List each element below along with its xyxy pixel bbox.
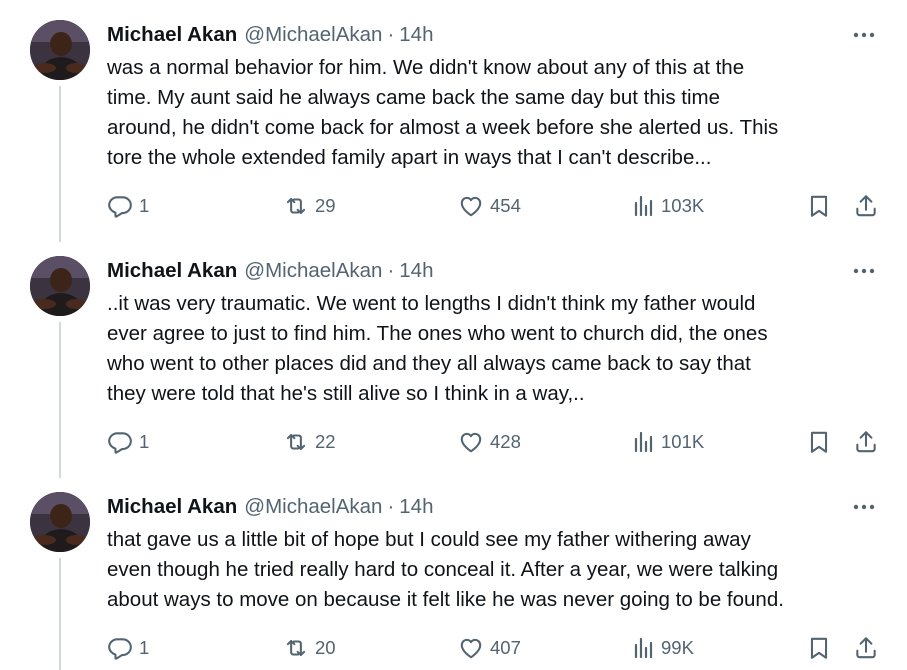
- views-count: 101K: [661, 431, 705, 452]
- tweet[interactable]: Michael Akan @MichaelAkan · 14h was a no…: [0, 0, 907, 242]
- views-button[interactable]: 101K: [633, 426, 704, 458]
- reply-button[interactable]: 1: [107, 632, 149, 664]
- views-count: 103K: [661, 195, 705, 216]
- separator-dot: ·: [387, 259, 395, 282]
- share-icon: [853, 635, 879, 661]
- bookmark-icon: [806, 429, 832, 455]
- share-button[interactable]: [853, 632, 879, 664]
- author-handle[interactable]: @MichaelAkan: [244, 23, 382, 47]
- author-name[interactable]: Michael Akan: [107, 495, 237, 519]
- reply-count: 1: [139, 637, 150, 658]
- tweet-text-line: ..it was very traumatic. We went to leng…: [107, 292, 756, 315]
- more-horizontal-icon: [853, 504, 875, 510]
- tweet-text: ..it was very traumatic. We went to leng…: [107, 289, 887, 409]
- bookmark-icon: [806, 193, 832, 219]
- repost-button[interactable]: 20: [283, 632, 336, 664]
- tweet-text-line: about ways to move on because it felt li…: [107, 588, 784, 611]
- tweet-text-line: who went to other places did and they al…: [107, 352, 751, 375]
- views-count: 99K: [661, 637, 694, 658]
- more-horizontal-icon: [853, 268, 875, 274]
- like-count: 428: [490, 431, 521, 452]
- reply-count: 1: [139, 431, 150, 452]
- share-button[interactable]: [853, 190, 879, 222]
- views-button[interactable]: 103K: [633, 190, 704, 222]
- bookmark-button[interactable]: [806, 190, 832, 222]
- views-icon: [633, 429, 655, 455]
- repost-icon: [283, 193, 309, 219]
- more-button[interactable]: [851, 494, 877, 520]
- share-icon: [853, 429, 879, 455]
- author-name[interactable]: Michael Akan: [107, 259, 237, 283]
- avatar[interactable]: [30, 492, 90, 552]
- reply-icon: [107, 635, 133, 661]
- tweet-text: that gave us a little bit of hope but I …: [107, 525, 887, 615]
- like-icon: [458, 635, 484, 661]
- tweet-text-line: tore the whole extended family apart in …: [107, 146, 712, 169]
- tweet-text: was a normal behavior for him. We didn't…: [107, 53, 887, 173]
- share-button[interactable]: [853, 426, 879, 458]
- avatar[interactable]: [30, 20, 90, 80]
- reply-count: 1: [139, 195, 150, 216]
- repost-button[interactable]: 29: [283, 190, 336, 222]
- tweet[interactable]: Michael Akan @MichaelAkan · 14h that gav…: [0, 472, 907, 670]
- tweet[interactable]: Michael Akan @MichaelAkan · 14h ..it was…: [0, 236, 907, 478]
- repost-count: 20: [315, 637, 336, 658]
- like-count: 454: [490, 195, 521, 216]
- tweet-text-line: even though he tried really hard to conc…: [107, 558, 779, 581]
- views-button[interactable]: 99K: [633, 632, 694, 664]
- author-handle[interactable]: @MichaelAkan: [244, 495, 382, 519]
- bookmark-icon: [806, 635, 832, 661]
- like-icon: [458, 193, 484, 219]
- timestamp[interactable]: 14h: [399, 259, 433, 283]
- more-button[interactable]: [851, 22, 877, 48]
- tweet-text-line: that gave us a little bit of hope but I …: [107, 528, 751, 551]
- like-button[interactable]: 428: [458, 426, 521, 458]
- repost-icon: [283, 429, 309, 455]
- like-icon: [458, 429, 484, 455]
- reply-button[interactable]: 1: [107, 426, 149, 458]
- tweet-text-line: they were told that he's still alive so …: [107, 382, 585, 405]
- repost-count: 22: [315, 431, 336, 452]
- separator-dot: ·: [387, 23, 395, 46]
- like-button[interactable]: 407: [458, 632, 521, 664]
- tweet-header: Michael Akan @MichaelAkan · 14h: [107, 492, 847, 522]
- action-bar: 1 22 428 101K: [0, 426, 907, 458]
- more-button[interactable]: [851, 258, 877, 284]
- repost-button[interactable]: 22: [283, 426, 336, 458]
- timestamp[interactable]: 14h: [399, 23, 433, 47]
- action-bar: 1 29 454 103K: [0, 190, 907, 222]
- timestamp[interactable]: 14h: [399, 495, 433, 519]
- like-count: 407: [490, 637, 521, 658]
- tweet-text-line: ever agree to just to find him. The ones…: [107, 322, 768, 345]
- views-icon: [633, 193, 655, 219]
- tweet-text-line: was a normal behavior for him. We didn't…: [107, 56, 745, 79]
- repost-count: 29: [315, 195, 336, 216]
- views-icon: [633, 635, 655, 661]
- tweet-header: Michael Akan @MichaelAkan · 14h: [107, 20, 847, 50]
- bookmark-button[interactable]: [806, 426, 832, 458]
- reply-button[interactable]: 1: [107, 190, 149, 222]
- tweet-header: Michael Akan @MichaelAkan · 14h: [107, 256, 847, 286]
- share-icon: [853, 193, 879, 219]
- repost-icon: [283, 635, 309, 661]
- tweet-text-line: around, he didn't come back for almost a…: [107, 116, 779, 139]
- more-horizontal-icon: [853, 32, 875, 38]
- avatar[interactable]: [30, 256, 90, 316]
- like-button[interactable]: 454: [458, 190, 521, 222]
- bookmark-button[interactable]: [806, 632, 832, 664]
- reply-icon: [107, 193, 133, 219]
- author-handle[interactable]: @MichaelAkan: [244, 259, 382, 283]
- action-bar: 1 20 407 99K: [0, 632, 907, 664]
- reply-icon: [107, 429, 133, 455]
- author-name[interactable]: Michael Akan: [107, 23, 237, 47]
- separator-dot: ·: [387, 495, 395, 518]
- tweet-text-line: time. My aunt said he always came back t…: [107, 86, 720, 109]
